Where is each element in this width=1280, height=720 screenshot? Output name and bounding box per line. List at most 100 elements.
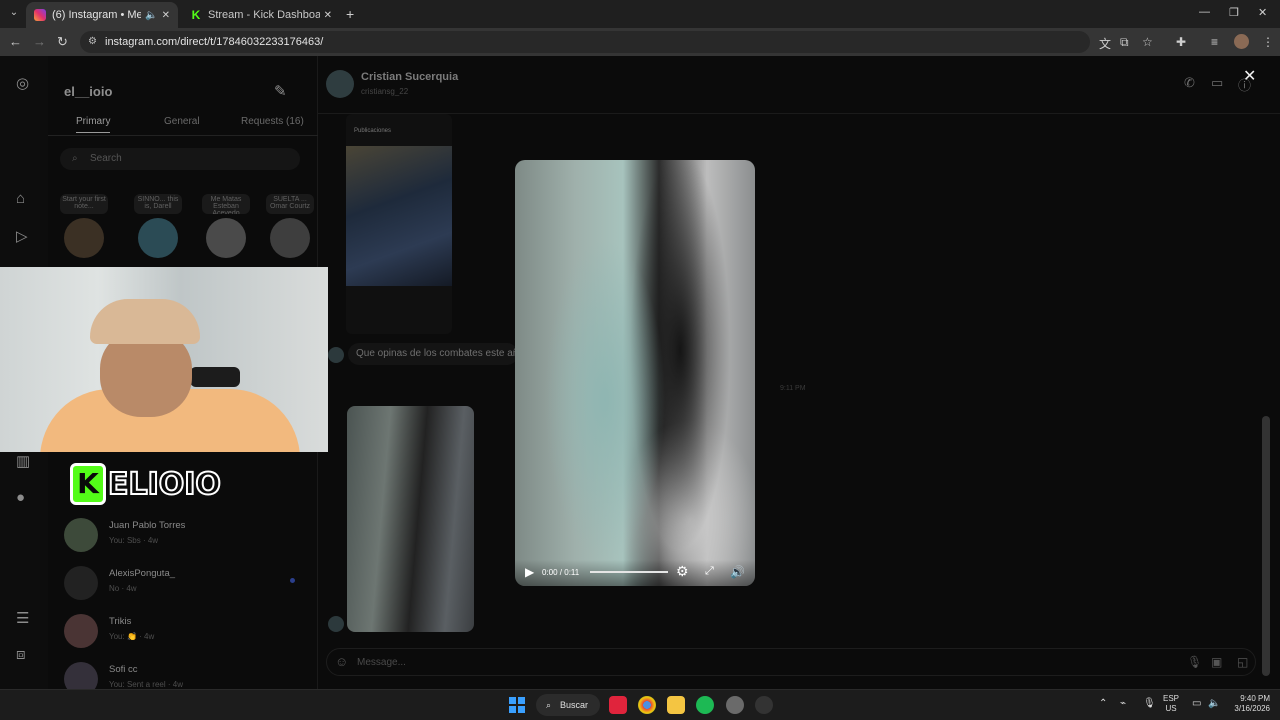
note-item[interactable]: SUELTA ... Omar Courtz: [266, 194, 314, 258]
more-menu-icon[interactable]: ☰: [16, 609, 29, 627]
url-bar[interactable]: ⚙ instagram.com/direct/t/178460322331764…: [80, 31, 1090, 53]
webcam-chair: [190, 367, 240, 387]
instagram-logo-icon[interactable]: ◎: [16, 74, 29, 92]
tab-close-icon[interactable]: ✕: [162, 10, 170, 21]
taskbar-search[interactable]: ⌕ Buscar: [536, 694, 600, 716]
lightbox-close-icon[interactable]: ✕: [1243, 66, 1256, 86]
play-icon[interactable]: ▶: [525, 565, 534, 579]
show-hidden-icons-icon[interactable]: ⌃: [1099, 698, 1107, 709]
note-avatar: [138, 218, 178, 258]
account-username[interactable]: el__ioio: [64, 84, 112, 99]
inbox-search-input[interactable]: ⌕ Search: [60, 148, 300, 170]
media-controls-icon[interactable]: ≡: [1211, 35, 1218, 49]
conversation-item[interactable]: Trikis You: 👏 · 4w: [62, 610, 302, 650]
notes-tray: Start your first note... SINNO... this i…: [60, 194, 314, 264]
app-icon[interactable]: [755, 696, 773, 714]
tab-instagram[interactable]: (6) Instagram • Messages 🔈 ✕: [26, 2, 178, 28]
note-item[interactable]: SINNO... this is, Darell: [134, 194, 182, 258]
tab-general[interactable]: General: [164, 116, 200, 127]
note-item[interactable]: Start your first note...: [60, 194, 108, 258]
new-tab-button[interactable]: +: [346, 6, 354, 22]
clock-date: 3/16/2026: [1234, 704, 1270, 713]
avatar: [64, 614, 98, 648]
note-avatar: [206, 218, 246, 258]
tab-search-chevron-icon[interactable]: ⌄: [6, 5, 22, 21]
tab-primary[interactable]: Primary: [76, 116, 111, 133]
conversation-preview: You: 👏 · 4w: [109, 632, 155, 641]
file-explorer-icon[interactable]: [667, 696, 685, 714]
restore-icon[interactable]: ❐: [1229, 6, 1239, 19]
display-icon[interactable]: ▭: [1192, 698, 1201, 709]
translate-icon[interactable]: 文: [1099, 35, 1111, 52]
sticker-icon[interactable]: ◱: [1237, 655, 1248, 669]
webcam-streamer-cap: [90, 299, 200, 344]
taskbar-clock[interactable]: 9:40 PM 3/16/2026: [1226, 694, 1270, 714]
extensions-icon[interactable]: ✚: [1176, 35, 1186, 49]
image-upload-icon[interactable]: ▣: [1211, 655, 1222, 669]
conversation-item[interactable]: Sofi cc You: Sent a reel · 4w: [62, 658, 302, 689]
compose-message-icon[interactable]: ✎: [274, 82, 287, 100]
video-player[interactable]: ▶ 0:00 / 0:11 ⚙ ⤢ 🔊: [515, 160, 755, 586]
reels-icon[interactable]: ▷: [16, 227, 28, 245]
note-bubble: Me Matas Esteban Acevedo @dor.1exe: [202, 194, 250, 214]
channel-name: ELIOIO: [107, 466, 222, 503]
install-app-icon[interactable]: ⧉: [1120, 35, 1129, 50]
fullscreen-icon[interactable]: ⤢: [705, 565, 714, 578]
tab-kick-dashboard[interactable]: K Stream - Kick Dashboard ✕: [182, 2, 340, 28]
insights-icon[interactable]: ▥: [16, 452, 30, 470]
settings-gear-icon[interactable]: ⚙: [676, 563, 689, 580]
emoji-icon[interactable]: ☺: [335, 654, 348, 669]
shared-post-message[interactable]: Publicaciones: [346, 114, 452, 334]
minimize-icon[interactable]: —: [1199, 6, 1210, 18]
conversation-preview: You: Sent a reel · 4w: [109, 680, 183, 689]
back-icon[interactable]: ←: [9, 34, 22, 49]
reload-icon[interactable]: ↻: [57, 34, 68, 50]
video-message-thumbnail[interactable]: [347, 406, 474, 632]
message-composer[interactable]: ☺ Message... 🎙 ▣ ◱: [326, 648, 1256, 676]
clock-time: 9:40 PM: [1240, 694, 1270, 703]
windows-start-icon[interactable]: [509, 697, 525, 713]
conversation-name: Trikis: [109, 616, 132, 627]
spotify-app-icon[interactable]: [696, 696, 714, 714]
kick-favicon-icon: K: [190, 8, 202, 22]
profile-icon[interactable]: ●: [16, 489, 25, 506]
microphone-icon[interactable]: 🎙: [1187, 655, 1202, 669]
message-bubble[interactable]: Que opinas de los combates este año: [348, 343, 518, 365]
conversation-name: Juan Pablo Torres: [109, 520, 186, 531]
network-icon[interactable]: ⌁: [1120, 698, 1126, 709]
note-bubble: SUELTA ... Omar Courtz: [266, 194, 314, 214]
voice-call-icon[interactable]: ✆: [1184, 75, 1195, 91]
tab-close-icon[interactable]: ✕: [324, 10, 332, 21]
chat-avatar[interactable]: [326, 70, 354, 98]
tab-audio-icon[interactable]: 🔈: [145, 10, 157, 21]
site-info-icon[interactable]: ⚙: [88, 31, 97, 53]
volume-icon[interactable]: 🔊: [730, 565, 745, 579]
conversation-item[interactable]: Juan Pablo Torres You: Sbs · 4w: [62, 514, 302, 554]
volume-tray-icon[interactable]: 🔈: [1208, 698, 1220, 709]
composer-placeholder: Message...: [357, 657, 406, 668]
note-item[interactable]: Me Matas Esteban Acevedo @dor.1exe: [202, 194, 250, 258]
avatar: [64, 566, 98, 600]
microphone-tray-icon[interactable]: 🎙: [1143, 698, 1156, 709]
note-avatar: [64, 218, 104, 258]
tab-requests[interactable]: Requests (16): [241, 116, 304, 127]
forward-icon[interactable]: →: [33, 34, 46, 49]
video-call-icon[interactable]: ▭: [1211, 75, 1223, 91]
window-close-icon[interactable]: ✕: [1258, 6, 1267, 19]
input-language[interactable]: ESP US: [1163, 694, 1179, 714]
opera-app-icon[interactable]: [609, 696, 627, 714]
video-progress-bar[interactable]: [590, 571, 668, 573]
bookmark-star-icon[interactable]: ☆: [1142, 35, 1153, 49]
chat-panel: Cristian Sucerquia cristiansg_22 ✆ ▭ ⓘ P…: [318, 56, 1280, 689]
conversation-item[interactable]: AlexisPonguta_ No · 4w: [62, 562, 302, 602]
page-scrollbar[interactable]: [1262, 416, 1270, 676]
chat-contact-name[interactable]: Cristian Sucerquia: [361, 71, 458, 83]
browser-menu-icon[interactable]: ⋮: [1262, 35, 1274, 49]
keyboard-layout: US: [1165, 704, 1177, 713]
app-icon[interactable]: [726, 696, 744, 714]
home-icon[interactable]: ⌂: [16, 190, 25, 207]
chrome-app-icon[interactable]: [638, 696, 656, 714]
meta-apps-icon[interactable]: ⧈: [16, 646, 26, 663]
instagram-favicon-icon: [34, 9, 46, 21]
profile-avatar[interactable]: [1234, 34, 1249, 49]
